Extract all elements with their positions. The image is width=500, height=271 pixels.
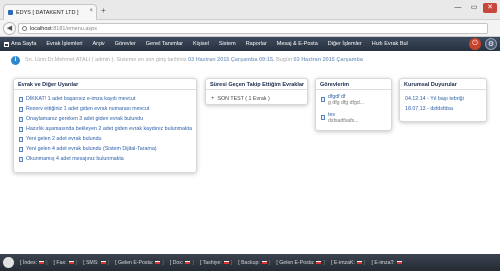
- document-icon: [19, 136, 23, 142]
- status-sms[interactable]: [ SMS:]: [80, 260, 112, 266]
- status-index[interactable]: [ İndex:]: [17, 260, 51, 266]
- flag-icon: [100, 261, 106, 264]
- maximize-button[interactable]: ▭: [467, 3, 481, 13]
- status-bar: [ İndex:] [ Fax:] [ SMS:] [ Gelen E-Post…: [0, 254, 500, 271]
- tasks-panel-title: Görevlerim: [316, 79, 391, 90]
- flag-icon: [68, 261, 74, 264]
- favicon-icon: [8, 10, 13, 15]
- flag-icon: [396, 261, 402, 264]
- menu-item-messages[interactable]: Mesaj & E-Posta: [272, 41, 323, 47]
- browser-titlebar: EDYS [ DATAKENT LTD ] × + — ▭ ✕: [0, 0, 500, 20]
- status-incoming-email-2[interactable]: [ Gelen E-Posta:]: [273, 260, 328, 266]
- menu-item-other-ops[interactable]: Diğer İşlemler: [323, 41, 367, 47]
- minimize-button[interactable]: —: [451, 3, 465, 13]
- close-window-button[interactable]: ✕: [483, 3, 497, 13]
- document-icon: [321, 97, 325, 102]
- status-dox[interactable]: [ Dox:]: [167, 260, 197, 266]
- warning-item[interactable]: Okunmamış 4 adet mesajınız bulunmakta: [19, 154, 191, 164]
- power-icon[interactable]: ⏻: [469, 38, 481, 50]
- warning-item[interactable]: DİKKAT! 1 adet başarısız e-imza kaydı me…: [19, 94, 191, 104]
- url-text: localhost:8181/emenu.aspx: [30, 25, 97, 32]
- menu-item-home[interactable]: Ana Sayfa: [0, 41, 41, 47]
- document-icon: [19, 146, 23, 152]
- warning-item[interactable]: Rezerv ettiğiniz 1 adet giden evrak numa…: [19, 104, 191, 114]
- document-icon: [19, 96, 23, 102]
- overdue-item[interactable]: + SON TEST ( 1 Evrak ): [211, 94, 302, 104]
- start-icon[interactable]: [3, 257, 14, 268]
- warnings-panel-title: Evrak ve Diğer Uyarılar: [14, 79, 196, 90]
- globe-icon: [22, 26, 27, 31]
- task-body: dsfsadfsafs...: [328, 118, 359, 124]
- close-tab-icon[interactable]: ×: [89, 8, 93, 14]
- flag-icon: [39, 261, 45, 264]
- announcements-panel-title: Kurumsal Duyurular: [400, 79, 486, 90]
- status-esign-k[interactable]: [ E-imzaK:]: [328, 260, 368, 266]
- warning-item[interactable]: Yeni gelen 4 adet evrak bulundu (Sistem …: [19, 144, 191, 154]
- info-text: Sn. Uzm.Dr.Mehmet ATALI ( admin ). Siste…: [25, 57, 363, 63]
- document-icon: [19, 156, 23, 162]
- status-fax[interactable]: [ Fax:]: [51, 260, 81, 266]
- menu-item-personal[interactable]: Kişisel: [188, 41, 214, 47]
- warning-item[interactable]: Hazırlık aşamasında bekleyen 2 adet gide…: [19, 124, 192, 134]
- announcement-item[interactable]: 04.12.14 - Yıl başı tebriği: [405, 94, 481, 104]
- menu-item-definitions[interactable]: Genel Tanımlar: [141, 41, 188, 47]
- status-backup[interactable]: [ Backup:]: [235, 260, 273, 266]
- flag-icon: [316, 261, 322, 264]
- announcement-item[interactable]: 18.07.13 - dsfdsfdsa: [405, 104, 481, 114]
- menu-item-tasks[interactable]: Görevler: [110, 41, 141, 47]
- overdue-panel-title: Süresi Geçen Takip Ettiğim Evraklar: [206, 79, 307, 90]
- task-item[interactable]: tes dsfsadfsafs...: [321, 112, 386, 130]
- status-esign-t[interactable]: [ E-imzaT:: [368, 260, 404, 266]
- menu-item-archive[interactable]: Arşiv: [87, 41, 109, 47]
- tab-title: EDYS [ DATAKENT LTD ]: [16, 9, 79, 16]
- main-menu: Ana Sayfa Evrak İşlemleri Arşiv Görevler…: [0, 37, 500, 51]
- flag-icon: [185, 261, 191, 264]
- status-tashiye[interactable]: [ Tashiye:]: [197, 260, 235, 266]
- announcements-panel: Kurumsal Duyurular 04.12.14 - Yıl başı t…: [399, 78, 487, 122]
- new-tab-button[interactable]: +: [101, 7, 106, 15]
- warning-item[interactable]: Onaylamanız gereken 3 adet giden evrak b…: [19, 114, 191, 124]
- status-incoming-email[interactable]: [ Gelen E-Posta:]: [112, 260, 167, 266]
- document-icon: [19, 126, 23, 132]
- document-icon: [19, 116, 23, 122]
- home-icon: [4, 41, 9, 47]
- settings-icon[interactable]: ⚙: [485, 38, 497, 50]
- tasks-panel: Görevlerim dfgdf df g dfg dfg dfgd... te…: [315, 78, 392, 131]
- plus-icon: +: [211, 96, 215, 102]
- task-item[interactable]: dfgdf df g dfg dfg dfgd...: [321, 94, 386, 112]
- menu-item-reports[interactable]: Raporlar: [241, 41, 272, 47]
- menu-item-system[interactable]: Sistem: [214, 41, 241, 47]
- task-body: g dfg dfg dfgd...: [328, 100, 365, 106]
- overdue-panel: Süresi Geçen Takip Ettiğim Evraklar + SON…: [205, 78, 308, 105]
- flag-icon: [155, 261, 161, 264]
- menu-item-document-ops[interactable]: Evrak İşlemleri: [41, 41, 87, 47]
- flag-icon: [223, 261, 229, 264]
- flag-icon: [356, 261, 362, 264]
- window-controls: — ▭ ✕: [451, 3, 497, 13]
- flag-icon: [261, 261, 267, 264]
- info-icon: i: [11, 55, 20, 65]
- address-bar[interactable]: localhost:8181/emenu.aspx: [18, 23, 488, 34]
- menu-right-icons: ⏻ ⚙: [469, 38, 497, 50]
- warnings-panel: Evrak ve Diğer Uyarılar DİKKAT! 1 adet b…: [13, 78, 197, 173]
- menu-item-quick-find[interactable]: Hızlı Evrak Bul: [367, 41, 413, 47]
- info-bar: i Sn. Uzm.Dr.Mehmet ATALI ( admin ). Sis…: [0, 53, 500, 67]
- back-button[interactable]: ◀: [3, 22, 16, 35]
- browser-tab[interactable]: EDYS [ DATAKENT LTD ] ×: [3, 4, 97, 20]
- document-icon: [19, 106, 23, 112]
- document-icon: [321, 115, 325, 120]
- browser-toolbar: ◀ localhost:8181/emenu.aspx: [0, 20, 500, 37]
- warning-item[interactable]: Yeni gelen 2 adet evrak bulundu: [19, 134, 191, 144]
